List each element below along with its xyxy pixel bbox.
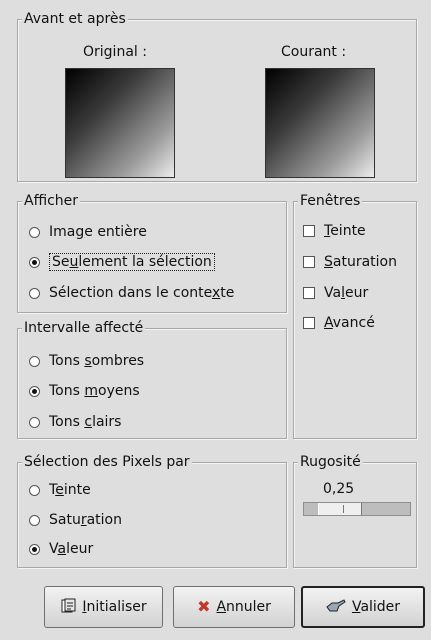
radio-label: Seulement la sélection bbox=[49, 253, 215, 271]
radio-indicator bbox=[29, 287, 40, 299]
reset-button-label: Initialiser bbox=[82, 599, 147, 615]
radio-indicator bbox=[29, 514, 40, 526]
checkbox-indicator bbox=[303, 256, 315, 268]
radio-indicator bbox=[29, 256, 40, 268]
checkbox-indicator bbox=[303, 225, 315, 237]
radio-label: Teinte bbox=[49, 482, 91, 498]
current-label: Courant : bbox=[281, 44, 347, 60]
radio-image-entiere[interactable]: Image entière bbox=[29, 221, 147, 243]
radio-label: Image entière bbox=[49, 224, 147, 240]
rugosite-slider-handle[interactable] bbox=[318, 503, 362, 515]
radio-selection-contexte[interactable]: Sélection dans le contexte bbox=[29, 282, 234, 304]
radio-pixel-saturation[interactable]: Saturation bbox=[29, 509, 122, 531]
ok-button-label: Valider bbox=[351, 599, 401, 615]
checkbox-label: Valeur bbox=[324, 285, 369, 301]
radio-tons-moyens[interactable]: Tons moyens bbox=[29, 380, 140, 402]
check-teinte[interactable]: Teinte bbox=[303, 220, 366, 242]
radio-indicator bbox=[29, 355, 40, 367]
cancel-button[interactable]: ✖ Annuler bbox=[173, 586, 295, 628]
radio-seulement-selection[interactable]: Seulement la sélection bbox=[29, 251, 215, 273]
original-preview-image bbox=[65, 68, 175, 178]
checkbox-indicator bbox=[303, 287, 315, 299]
radio-tons-sombres[interactable]: Tons sombres bbox=[29, 350, 144, 372]
radio-indicator bbox=[29, 226, 40, 238]
radio-pixel-teinte[interactable]: Teinte bbox=[29, 479, 91, 501]
pixels-frame-title: Sélection des Pixels par bbox=[22, 453, 192, 471]
current-preview-image bbox=[265, 68, 375, 178]
intervalle-frame-title: Intervalle affecté bbox=[22, 319, 146, 337]
rugosite-frame-title: Rugosité bbox=[298, 453, 363, 471]
checkbox-label: Teinte bbox=[324, 223, 366, 239]
reset-button[interactable]: Initialiser bbox=[44, 586, 163, 628]
checkbox-label: Saturation bbox=[324, 254, 397, 270]
rugosite-value: 0,25 bbox=[323, 481, 355, 497]
cancel-button-label: Annuler bbox=[216, 599, 271, 615]
radio-label: Tons moyens bbox=[49, 383, 140, 399]
radio-indicator bbox=[29, 484, 40, 496]
radio-pixel-valeur[interactable]: Valeur bbox=[29, 538, 93, 560]
preview-frame-title: Avant et après bbox=[22, 10, 128, 28]
radio-label: Tons sombres bbox=[49, 353, 145, 369]
radio-indicator bbox=[29, 543, 40, 555]
fenetres-frame-title: Fenêtres bbox=[298, 192, 363, 210]
check-valeur[interactable]: Valeur bbox=[303, 282, 368, 304]
radio-indicator bbox=[29, 385, 40, 397]
rugosite-slider[interactable] bbox=[303, 502, 411, 516]
radio-tons-clairs[interactable]: Tons clairs bbox=[29, 411, 121, 433]
checkbox-indicator bbox=[303, 317, 315, 329]
radio-label: Sélection dans le contexte bbox=[49, 285, 235, 301]
reset-icon bbox=[60, 598, 76, 617]
checkbox-label: Avancé bbox=[324, 315, 375, 331]
original-label: Original : bbox=[83, 44, 147, 60]
check-saturation[interactable]: Saturation bbox=[303, 251, 397, 273]
radio-indicator bbox=[29, 416, 40, 428]
cancel-x-icon: ✖ bbox=[197, 597, 211, 616]
radio-label: Valeur bbox=[49, 541, 94, 557]
radio-label: Saturation bbox=[49, 512, 122, 528]
afficher-frame-title: Afficher bbox=[22, 192, 81, 210]
radio-label: Tons clairs bbox=[49, 414, 122, 430]
check-avance[interactable]: Avancé bbox=[303, 312, 375, 334]
ok-button[interactable]: Valider bbox=[301, 586, 425, 628]
ok-hand-icon bbox=[326, 598, 346, 617]
